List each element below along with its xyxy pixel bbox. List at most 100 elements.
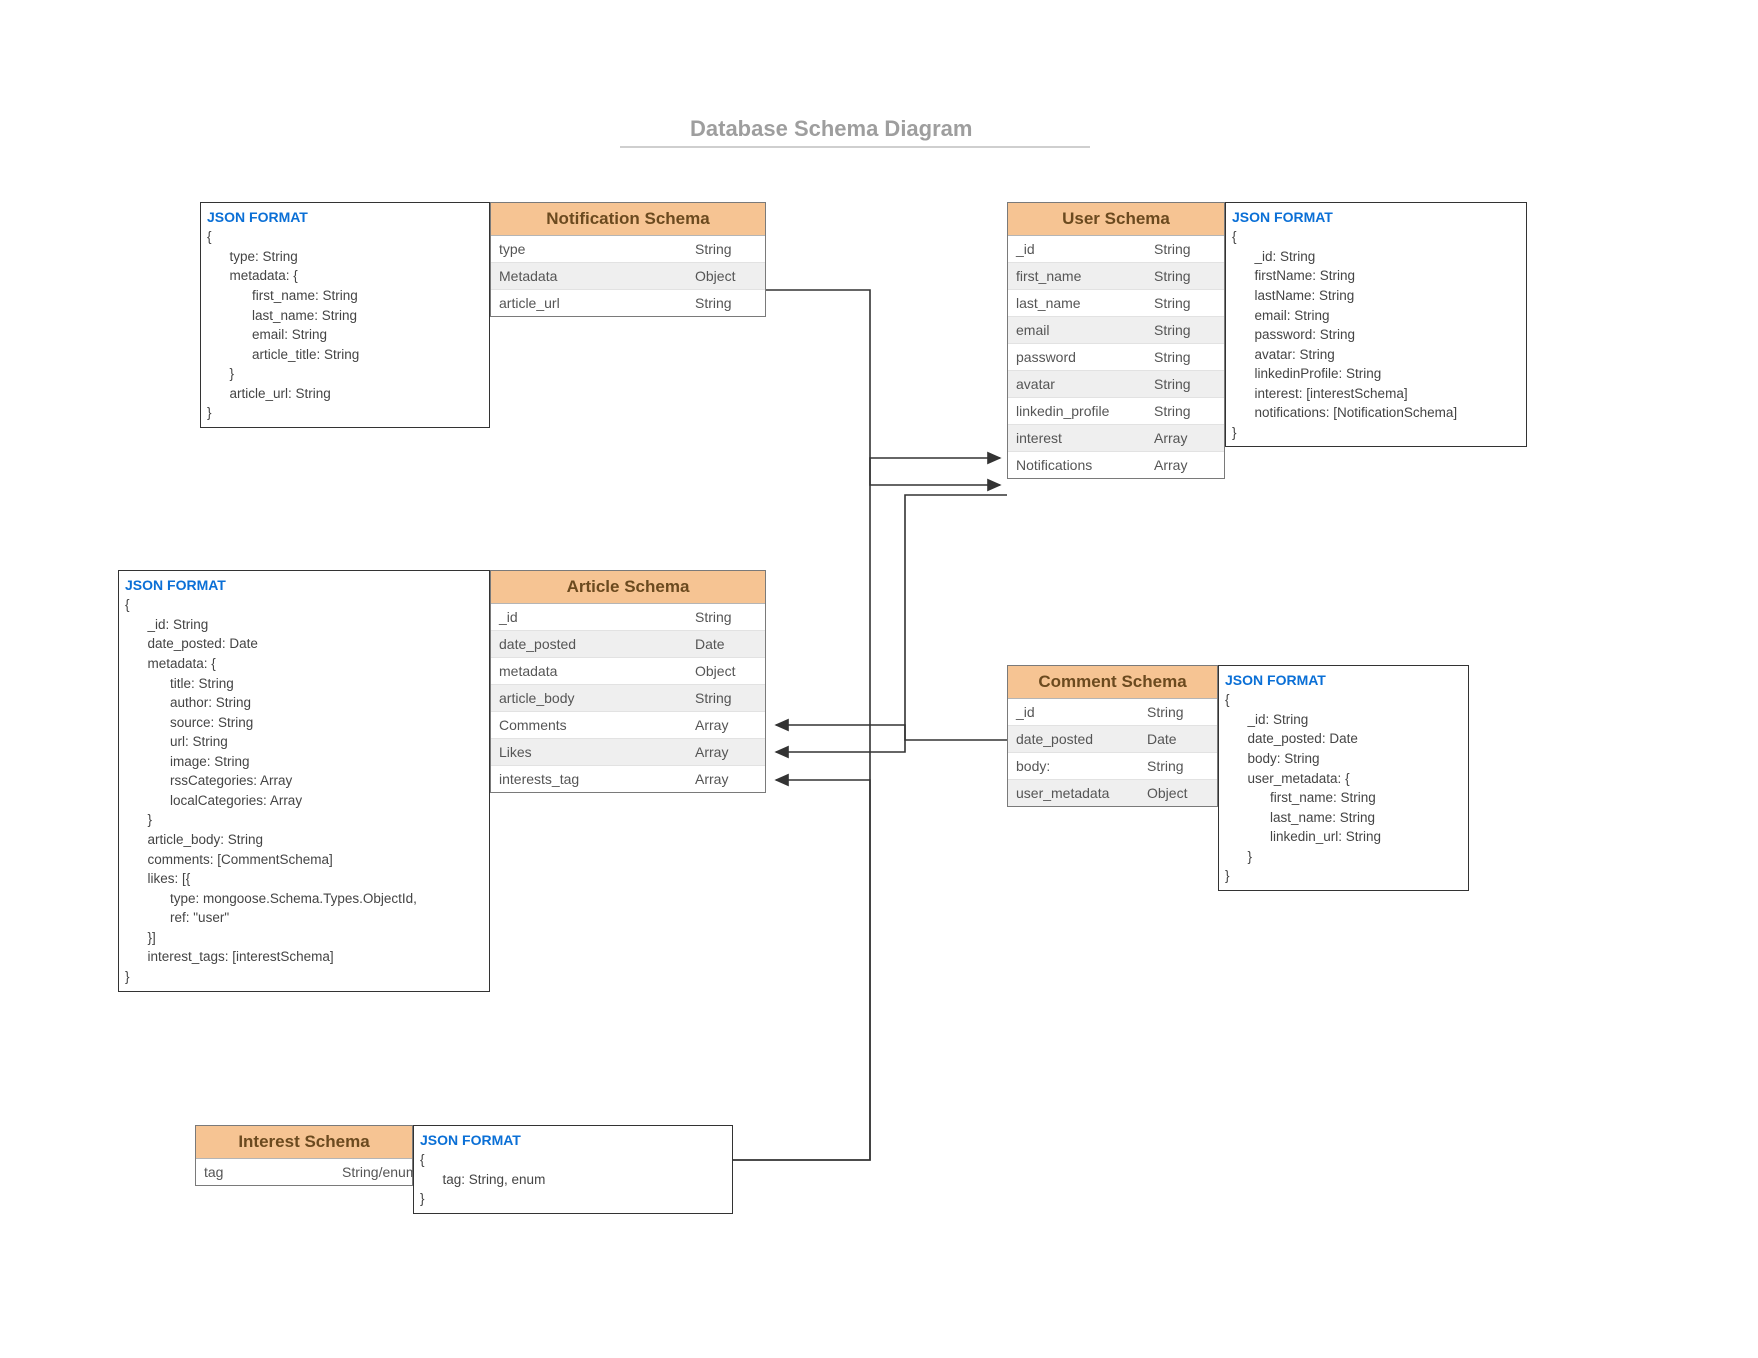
json-line: date_posted: Date (125, 634, 483, 654)
json-line: notifications: [NotificationSchema] (1232, 403, 1520, 423)
field-name: Metadata (491, 263, 687, 289)
table-row: article_urlString (491, 290, 765, 316)
field-name: _id (1008, 236, 1146, 262)
json-line: linkedinProfile: String (1232, 364, 1520, 384)
json-line: } (207, 403, 483, 423)
field-type: String (687, 685, 765, 711)
field-name: tag (196, 1159, 334, 1185)
comment-schema-rows: _idStringdate_postedDatebody:Stringuser_… (1008, 699, 1217, 806)
field-name: last_name (1008, 290, 1146, 316)
json-line: password: String (1232, 325, 1520, 345)
user-json-lines: { _id: String firstName: String lastName… (1232, 227, 1520, 442)
comment-schema-header: Comment Schema (1008, 666, 1217, 699)
field-name: Comments (491, 712, 687, 738)
table-row: _idString (1008, 699, 1217, 726)
notification-schema-rows: type StringMetadataObjectarticle_urlStrin… (491, 236, 765, 316)
table-row: NotificationsArray (1008, 452, 1224, 478)
table-row: LikesArray (491, 739, 765, 766)
json-line: tag: String, enum (420, 1170, 726, 1190)
notification-json-box: JSON FORMAT { type: String metadata: { f… (200, 202, 490, 428)
json-line: last_name: String (207, 306, 483, 326)
json-line: email: String (1232, 306, 1520, 326)
json-line: article_title: String (207, 345, 483, 365)
json-line: _id: String (125, 615, 483, 635)
json-line: localCategories: Array (125, 791, 483, 811)
json-line: article_url: String (207, 384, 483, 404)
field-type: String (1139, 699, 1217, 725)
json-line: } (207, 364, 483, 384)
field-name: avatar (1008, 371, 1146, 397)
notification-json-lines: { type: String metadata: { first_name: S… (207, 227, 483, 423)
diagram-canvas: Database Schema Diagram Notification Sch… (0, 0, 1758, 1358)
json-line: author: String (125, 693, 483, 713)
table-row: user_metadataObject (1008, 780, 1217, 806)
field-name: article_body (491, 685, 687, 711)
json-line: { (1232, 227, 1520, 247)
table-row: date_postedDate (1008, 726, 1217, 753)
field-type: String (1146, 263, 1224, 289)
table-row: article_bodyString (491, 685, 765, 712)
json-line: date_posted: Date (1225, 729, 1462, 749)
json-line: user_metadata: { (1225, 769, 1462, 789)
interest-json-lines: { tag: String, enum} (420, 1150, 726, 1209)
field-name: interest (1008, 425, 1146, 451)
interest-schema-table: Interest Schema tagString/enum (195, 1125, 413, 1186)
json-line: { (207, 227, 483, 247)
comment-json-lines: { _id: String date_posted: Date body: St… (1225, 690, 1462, 886)
field-type: String (1146, 236, 1224, 262)
json-line: } (1225, 866, 1462, 886)
interest-schema-header: Interest Schema (196, 1126, 412, 1159)
field-type: String (687, 290, 765, 316)
field-type: Array (687, 739, 765, 765)
table-row: linkedin_profileString (1008, 398, 1224, 425)
json-line: last_name: String (1225, 808, 1462, 828)
json-line: { (125, 595, 483, 615)
interest-json-box: JSON FORMAT { tag: String, enum} (413, 1125, 733, 1214)
field-name: type (491, 236, 687, 262)
field-type: Object (1139, 780, 1217, 806)
article-schema-rows: _idStringdate_postedDatemetadataObjectar… (491, 604, 765, 792)
json-line: } (420, 1189, 726, 1209)
json-format-label: JSON FORMAT (1225, 670, 1462, 690)
interest-schema-rows: tagString/enum (196, 1159, 412, 1185)
field-name: date_posted (1008, 726, 1139, 752)
field-name: password (1008, 344, 1146, 370)
field-name: _id (491, 604, 687, 630)
field-type: Object (687, 263, 765, 289)
field-type: String (1146, 398, 1224, 424)
json-line: } (1225, 847, 1462, 867)
comment-json-box: JSON FORMAT { _id: String date_posted: D… (1218, 665, 1469, 891)
field-type: String (1146, 317, 1224, 343)
table-row: first_nameString (1008, 263, 1224, 290)
field-name: Likes (491, 739, 687, 765)
user-schema-rows: _idStringfirst_nameStringlast_nameString… (1008, 236, 1224, 478)
json-line: interest: [interestSchema] (1232, 384, 1520, 404)
json-format-label: JSON FORMAT (420, 1130, 726, 1150)
table-row: MetadataObject (491, 263, 765, 290)
json-line: ref: "user" (125, 908, 483, 928)
field-name: date_posted (491, 631, 687, 657)
json-line: comments: [CommentSchema] (125, 850, 483, 870)
json-line: likes: [{ (125, 869, 483, 889)
json-line: avatar: String (1232, 345, 1520, 365)
json-line: linkedin_url: String (1225, 827, 1462, 847)
json-line: source: String (125, 713, 483, 733)
field-name: article_url (491, 290, 687, 316)
json-line: email: String (207, 325, 483, 345)
user-json-box: JSON FORMAT { _id: String firstName: Str… (1225, 202, 1527, 447)
field-name: first_name (1008, 263, 1146, 289)
table-row: date_postedDate (491, 631, 765, 658)
json-format-label: JSON FORMAT (207, 207, 483, 227)
field-name: email (1008, 317, 1146, 343)
json-line: { (1225, 690, 1462, 710)
field-type: String (1146, 344, 1224, 370)
json-line: image: String (125, 752, 483, 772)
table-row: _idString (1008, 236, 1224, 263)
json-line: article_body: String (125, 830, 483, 850)
json-line: rssCategories: Array (125, 771, 483, 791)
field-type: String (687, 604, 765, 630)
field-type: Array (687, 712, 765, 738)
json-line: } (125, 810, 483, 830)
json-line: } (125, 967, 483, 987)
json-line: url: String (125, 732, 483, 752)
